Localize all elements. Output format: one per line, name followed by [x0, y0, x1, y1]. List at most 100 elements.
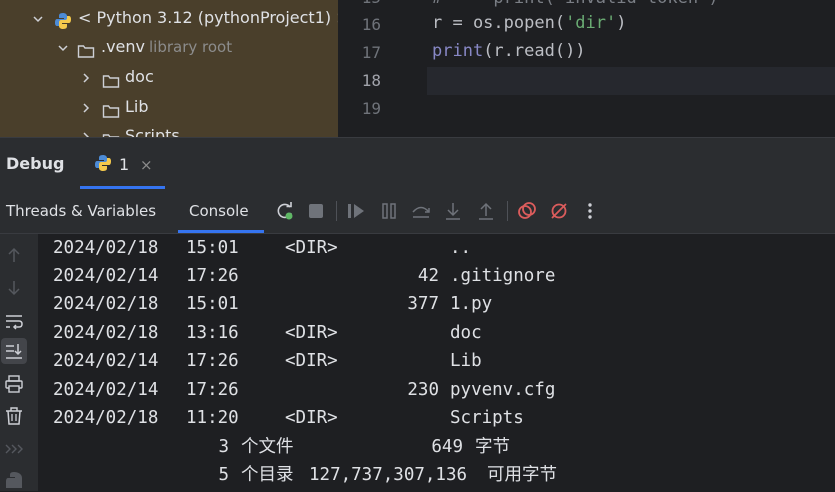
step-out-icon[interactable] — [475, 200, 497, 222]
bytes-label: 字节 — [475, 437, 510, 457]
entry-time: 11:20 — [186, 408, 239, 428]
step-over-icon[interactable] — [410, 200, 432, 222]
entry-date: 2024/02/14 — [53, 266, 159, 286]
files-bytes: 649 — [431, 437, 463, 457]
tree-item-label: Lib — [125, 97, 149, 116]
tree-item-label: Scripts — [125, 126, 180, 137]
code-line: print(r.read()) — [432, 41, 586, 61]
code-token: (r.read()) — [483, 41, 586, 61]
console-side-toolbar — [0, 234, 38, 491]
pause-icon[interactable] — [378, 200, 400, 222]
entry-date: 2024/02/18 — [53, 408, 159, 428]
code-token: r = os.popen( — [432, 13, 566, 33]
entry-size: 42 — [417, 266, 439, 286]
line-number: 15 — [341, 0, 381, 7]
entry-time: 17:26 — [186, 266, 239, 286]
folder-icon — [102, 128, 120, 137]
view-breakpoints-icon[interactable] — [516, 200, 538, 222]
dirs-summary-line: 5 个目录 127,737,307,136 可用字节 — [53, 461, 557, 489]
debug-tool-window-header: Debug 1 × — [0, 138, 835, 189]
debug-toolbar: Threads & Variables Console — [0, 189, 835, 234]
active-tab-indicator — [178, 230, 264, 233]
chevron-down-icon[interactable] — [32, 13, 43, 23]
trash-icon[interactable] — [3, 405, 25, 427]
entry-name: 1.py — [450, 294, 493, 314]
python-icon — [94, 154, 112, 176]
entry-date: 2024/02/18 — [53, 294, 159, 314]
debug-session-tab[interactable]: 1 × — [80, 145, 165, 189]
python-console-icon[interactable] — [3, 470, 25, 492]
entry-time: 17:26 — [186, 351, 239, 371]
entry-time: 13:16 — [186, 323, 239, 343]
dir-listing-row: 2024/02/14 17:26 <DIR> Lib — [53, 347, 482, 375]
python-icon — [54, 10, 72, 40]
soft-wrap-icon[interactable] — [3, 310, 25, 332]
tab-console[interactable]: Console — [189, 202, 249, 220]
free-bytes: 127,737,307,136 — [309, 465, 468, 485]
entry-size: 230 — [407, 380, 439, 400]
step-into-icon[interactable] — [442, 200, 464, 222]
files-count: 3 — [218, 437, 229, 457]
entry-name: doc — [450, 323, 482, 343]
entry-dir-tag: <DIR> — [285, 408, 338, 428]
entry-name: .. — [450, 238, 472, 258]
tab-threads-variables[interactable]: Threads & Variables — [6, 202, 156, 220]
builtin-function: print — [432, 41, 484, 61]
session-tab-label: 1 — [119, 155, 130, 174]
resume-icon[interactable] — [345, 200, 367, 222]
files-label: 个文件 — [241, 437, 294, 457]
files-summary-line: 3 个文件 649 字节 — [53, 433, 510, 461]
tree-item-label: .venv — [101, 37, 146, 56]
dir-listing-row: 2024/02/18 15:01 <DIR> .. — [53, 234, 471, 262]
entry-time: 15:01 — [186, 294, 239, 314]
more-icon[interactable] — [579, 200, 601, 222]
entry-date: 2024/02/18 — [53, 238, 159, 258]
entry-date: 2024/02/14 — [53, 380, 159, 400]
library-root-tag: library root — [149, 38, 233, 56]
stop-icon[interactable] — [305, 200, 327, 222]
expand-icon[interactable] — [3, 438, 25, 460]
project-tree: < Python 3.12 (pythonProject1) > .venv l… — [0, 0, 338, 137]
dir-listing-row: 2024/02/18 15:01 377 1.py — [53, 290, 492, 318]
tree-item-label: < Python 3.12 (pythonProject1) > — [78, 8, 338, 27]
entry-dir-tag: <DIR> — [285, 238, 338, 258]
entry-date: 2024/02/14 — [53, 351, 159, 371]
chevron-down-icon[interactable] — [57, 42, 68, 52]
code-line: r = os.popen('dir') — [432, 13, 627, 33]
scroll-to-end-icon[interactable] — [3, 340, 25, 362]
line-number: 18 — [361, 71, 381, 90]
console-output[interactable]: 2024/02/18 15:01 <DIR> .. 2024/02/14 17:… — [38, 234, 835, 491]
folder-icon — [102, 99, 120, 129]
arrow-up-icon[interactable] — [3, 244, 25, 266]
free-label: 可用字节 — [487, 465, 557, 485]
debug-title: Debug — [6, 154, 65, 173]
chevron-right-icon[interactable] — [80, 102, 90, 113]
entry-name: .gitignore — [450, 266, 556, 286]
line-number: 19 — [361, 99, 381, 118]
chevron-right-icon[interactable] — [80, 72, 90, 83]
dirs-label: 个目录 — [241, 465, 294, 485]
rerun-icon[interactable] — [274, 200, 296, 222]
entry-size: 377 — [407, 294, 439, 314]
mute-breakpoints-icon[interactable] — [548, 200, 570, 222]
code-line: # print('invalid token') — [432, 0, 719, 8]
line-number: 16 — [361, 15, 381, 34]
entry-dir-tag: <DIR> — [285, 351, 338, 371]
folder-icon — [77, 39, 95, 69]
entry-time: 17:26 — [186, 380, 239, 400]
entry-dir-tag: <DIR> — [285, 323, 338, 343]
dirs-count: 5 — [218, 465, 229, 485]
code-editor[interactable]: 15 16 17 18 19 # print('invalid token') … — [339, 0, 835, 137]
dir-listing-row: 2024/02/18 13:16 <DIR> doc — [53, 319, 482, 347]
entry-name: pyvenv.cfg — [450, 380, 556, 400]
line-number: 17 — [361, 43, 381, 62]
dir-listing-row: 2024/02/14 17:26 42 .gitignore — [53, 262, 555, 290]
entry-time: 15:01 — [186, 238, 239, 258]
line-number-gutter: 15 16 17 18 19 — [339, 0, 427, 137]
close-icon[interactable]: × — [140, 156, 153, 174]
entry-name: Scripts — [450, 408, 524, 428]
arrow-down-icon[interactable] — [3, 277, 25, 299]
folder-icon — [102, 69, 120, 99]
string-literal: 'dir' — [565, 13, 617, 33]
print-icon[interactable] — [3, 373, 25, 395]
